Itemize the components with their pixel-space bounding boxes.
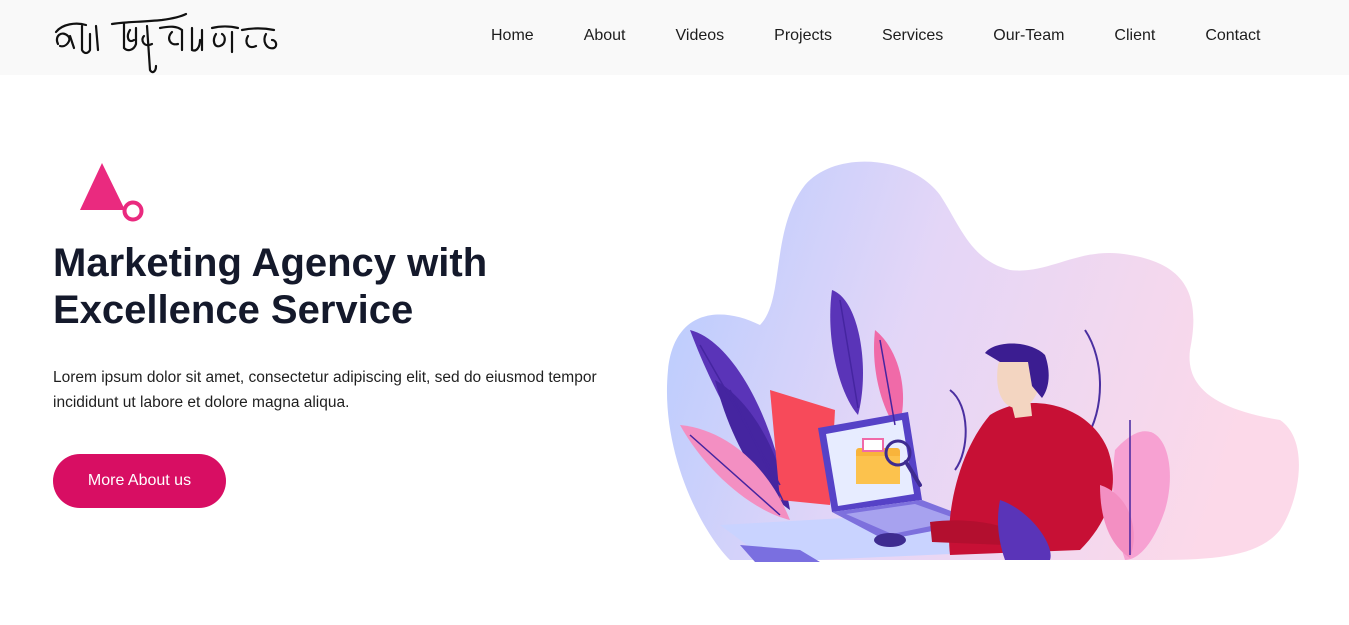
navbar: Home About Videos Projects Services Our-… [0, 0, 1349, 75]
nav-services[interactable]: Services [882, 27, 943, 45]
hero-illustration [666, 161, 1299, 562]
nav-videos[interactable]: Videos [676, 27, 725, 45]
nav-about[interactable]: About [584, 27, 626, 45]
more-about-us-button[interactable]: More About us [53, 454, 226, 508]
site-logo[interactable] [52, 10, 288, 76]
logo-script [54, 12, 278, 74]
ring-shape [122, 200, 144, 222]
nav-contact[interactable]: Contact [1205, 27, 1260, 45]
hero-title: Marketing Agency with Excellence Service [53, 241, 488, 332]
triangle-shape [80, 163, 125, 210]
nav-projects[interactable]: Projects [774, 27, 832, 45]
triangle-circle-decoration [80, 163, 144, 222]
nav-home[interactable]: Home [491, 27, 534, 45]
nav-our-team[interactable]: Our-Team [993, 27, 1064, 45]
nav-client[interactable]: Client [1114, 27, 1155, 45]
hero-description: Lorem ipsum dolor sit amet, consectetur … [53, 369, 597, 411]
main-nav: Home About Videos Projects Services Our-… [466, 0, 1285, 72]
